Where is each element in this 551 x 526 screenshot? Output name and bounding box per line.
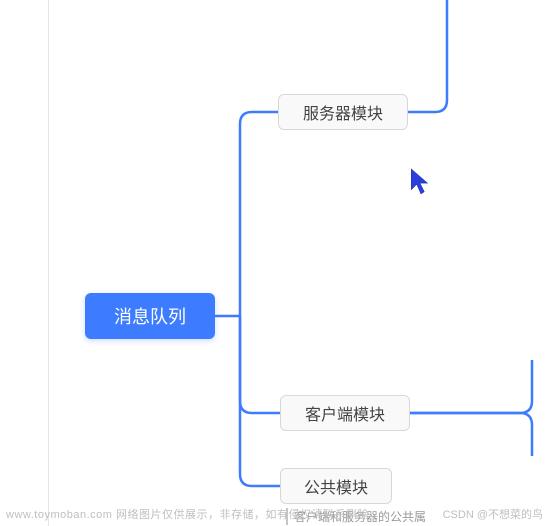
connectors-svg bbox=[0, 0, 551, 526]
mindmap-root-node[interactable]: 消息队列 bbox=[85, 293, 215, 339]
mindmap-node-public[interactable]: 公共模块 bbox=[280, 468, 392, 504]
cursor-icon bbox=[410, 168, 432, 196]
mindmap-node-client[interactable]: 客户端模块 bbox=[280, 395, 410, 431]
node-label-client: 客户端模块 bbox=[305, 401, 385, 425]
node-label-server: 服务器模块 bbox=[303, 100, 383, 124]
node-label-public: 公共模块 bbox=[304, 474, 368, 498]
watermark-right: CSDN @不想菜的鸟 bbox=[443, 506, 543, 522]
watermark-left: www.toymoban.com 网络图片仅供展示，非存储，如有侵权请联系删除。 bbox=[6, 506, 380, 522]
mindmap-node-server[interactable]: 服务器模块 bbox=[278, 94, 408, 130]
panel-divider bbox=[48, 0, 49, 526]
root-label: 消息队列 bbox=[114, 303, 186, 329]
